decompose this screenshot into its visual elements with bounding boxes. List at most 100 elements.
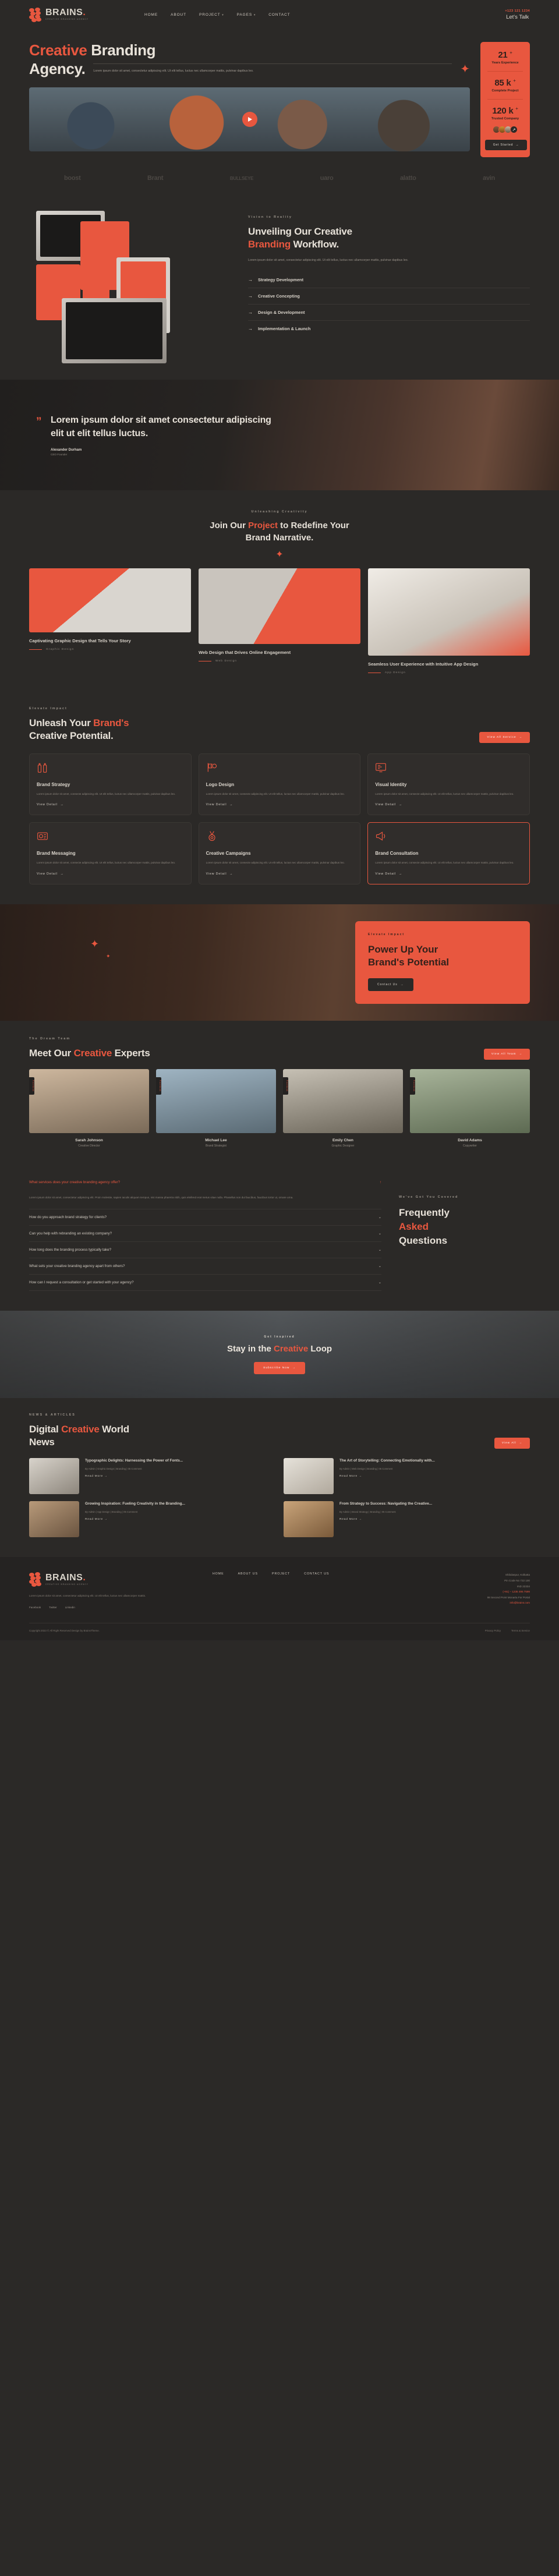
project-title: Captivating Graphic Design that Tells Yo…	[29, 638, 131, 643]
nav-item-pages[interactable]: PAGES ▾	[237, 13, 256, 17]
blog-post-title: Growing Inspiration: Fueling Creativity …	[85, 1502, 185, 1506]
arrow-right-icon: →	[248, 293, 253, 299]
service-card-brand-messaging[interactable]: Brand Messaging Lorem ipsum dolor sit am…	[29, 822, 192, 884]
main-navigation: HOME ABOUT PROJECT ▾ PAGES ▾ CONTACT	[144, 13, 290, 17]
brand-logo[interactable]: BRAINS. CREATIVE BRANDING AGENCY	[29, 8, 89, 22]
blog-post-card[interactable]: The Art of Storytelling: Connecting Emot…	[284, 1458, 530, 1495]
nav-item-home[interactable]: HOME	[144, 13, 158, 17]
project-title: Seamless User Experience with Intuitive …	[368, 661, 479, 667]
sparkle-icon: ✦	[106, 953, 111, 959]
footer-logo[interactable]: BRAINS. CREATIVE BRANDING AGENCY	[29, 1572, 154, 1587]
chevron-down-icon[interactable]: ⌄	[378, 1232, 381, 1236]
team-member-card[interactable]: Facebook Emily Chen Graphic Designer	[283, 1068, 403, 1148]
project-card[interactable]: Web Design that Drives Online Engagement…	[199, 568, 360, 663]
social-twitter[interactable]: Twitter	[49, 1606, 57, 1609]
blog-post-card[interactable]: From Strategy to Success: Navigating the…	[284, 1501, 530, 1538]
collapse-icon[interactable]: ↑	[380, 1180, 381, 1184]
view-detail-link[interactable]: View Detail →	[375, 872, 522, 876]
blog-section: NEWS & ARTICLES Digital Creative World N…	[0, 1398, 559, 1557]
header-contact[interactable]: +123 121 1234 Let's Talk	[505, 9, 530, 20]
subscribe-button[interactable]: Subscribe Now →	[254, 1361, 305, 1374]
chevron-down-icon[interactable]: ⌄	[378, 1264, 381, 1268]
faq-question[interactable]: How can I request a consultation or get …	[29, 1275, 381, 1291]
service-card-logo-design[interactable]: Logo Design Lorem ipsum dolor sit amet, …	[198, 753, 361, 816]
social-linkedin[interactable]: Linkedin	[65, 1606, 75, 1609]
footer-contact-info: Shibdaspur, Kolkatta Pin Code No 722 100…	[487, 1572, 530, 1609]
team-member-role: Brand Strategist	[206, 1144, 227, 1148]
footer-nav-home[interactable]: HOME	[213, 1572, 224, 1609]
workflow-step[interactable]: → Creative Concepting	[248, 288, 530, 305]
footer-email[interactable]: info@brains.com	[487, 1600, 530, 1606]
read-more-link[interactable]: Read More →	[339, 1475, 435, 1478]
footer-nav-project[interactable]: PROJECT	[272, 1572, 290, 1609]
team-member-card[interactable]: Facebook Sarah Johnson Creative Director	[29, 1068, 149, 1148]
play-icon[interactable]	[242, 112, 257, 128]
view-all-service-button[interactable]: View All Service →	[479, 731, 530, 743]
footer-phone[interactable]: (+91) – 1235 495 7599	[487, 1589, 530, 1595]
service-card-brand-strategy[interactable]: Brand Strategy Lorem ipsum dolor sit ame…	[29, 753, 192, 816]
read-more-link[interactable]: Read More →	[339, 1518, 432, 1521]
nav-item-project[interactable]: PROJECT ▾	[199, 13, 224, 17]
footer-nav-about[interactable]: ABOUT US	[238, 1572, 258, 1609]
get-started-button[interactable]: Get Started →	[485, 140, 527, 150]
read-more-link[interactable]: Read More →	[85, 1518, 185, 1521]
team-member-role: Graphic Designer	[331, 1144, 355, 1148]
workflow-step[interactable]: → Design & Development	[248, 305, 530, 321]
faq-section: What services does your creative brandin…	[0, 1159, 559, 1311]
arrow-right-icon: →	[248, 309, 253, 315]
laptop-mockup	[62, 298, 167, 363]
header-phone[interactable]: +123 121 1234	[505, 9, 530, 13]
logo-dot: .	[83, 8, 86, 18]
team-member-card[interactable]: Facebook Michael Lee Brand Strategist	[156, 1068, 276, 1148]
chevron-down-icon[interactable]: ⌄	[378, 1215, 381, 1219]
social-facebook[interactable]: Facebook	[29, 1606, 41, 1609]
service-card-visual-identity[interactable]: Visual Identity Lorem ipsum dolor sit am…	[367, 753, 530, 816]
service-card-creative-campaigns[interactable]: Creative Campaigns Lorem ipsum dolor sit…	[198, 822, 361, 884]
copyright-text: Copyright 2023 © All Right Reserved Desi…	[29, 1629, 100, 1632]
section-eyebrow: The Dream Team	[29, 1036, 71, 1041]
nav-item-contact[interactable]: CONTACT	[268, 13, 290, 17]
view-detail-link[interactable]: View Detail →	[375, 803, 522, 806]
faq-question[interactable]: How long does the branding process typic…	[29, 1242, 381, 1259]
team-member-card[interactable]: Facebook David Adams Copywriter	[410, 1068, 530, 1148]
blog-post-card[interactable]: Growing Inspiration: Fueling Creativity …	[29, 1501, 275, 1538]
view-detail-link[interactable]: View Detail →	[206, 803, 353, 806]
header-lets-talk[interactable]: Let's Talk	[505, 14, 530, 20]
brain-logo-icon	[29, 8, 42, 22]
workflow-step[interactable]: → Implementation & Launch	[248, 321, 530, 337]
site-footer: BRAINS. CREATIVE BRANDING AGENCY Lorem i…	[0, 1557, 559, 1640]
workflow-step[interactable]: → Strategy Development	[248, 272, 530, 288]
footer-description: Lorem ipsum dolor sit amet, consectetur …	[29, 1594, 146, 1598]
service-card-brand-consultation[interactable]: Brand Consultation Lorem ipsum dolor sit…	[367, 822, 530, 884]
faq-question-open[interactable]: What services does your creative brandin…	[29, 1174, 381, 1190]
social-label[interactable]: Facebook	[410, 1077, 415, 1095]
faq-question[interactable]: Can you help with rebranding an existing…	[29, 1226, 381, 1243]
hero-title-line2: Agency.	[29, 60, 86, 78]
client-logo-avin: avin	[483, 175, 495, 182]
view-all-blog-button[interactable]: View All →	[494, 1438, 530, 1449]
hero-video-thumbnail[interactable]	[29, 87, 470, 152]
project-card[interactable]: Seamless User Experience with Intuitive …	[368, 568, 530, 674]
view-all-team-button[interactable]: View All Team →	[483, 1048, 530, 1060]
blog-post-card[interactable]: Typographic Delights: Harnessing the Pow…	[29, 1458, 275, 1495]
faq-question[interactable]: What sets your creative branding agency …	[29, 1258, 381, 1275]
contact-us-button[interactable]: Contact Us →	[368, 978, 413, 991]
project-card[interactable]: Captivating Graphic Design that Tells Yo…	[29, 568, 191, 651]
social-label[interactable]: Facebook	[29, 1077, 34, 1095]
footer-nav-contact[interactable]: CONTACT US	[304, 1572, 329, 1609]
chevron-down-icon[interactable]: ⌄	[378, 1248, 381, 1252]
social-label[interactable]: Facebook	[283, 1077, 288, 1095]
social-label[interactable]: Facebook	[156, 1077, 161, 1095]
blog-thumbnail	[284, 1501, 334, 1538]
view-detail-link[interactable]: View Detail →	[37, 872, 184, 876]
nav-item-about[interactable]: ABOUT	[171, 13, 186, 17]
view-detail-link[interactable]: View Detail →	[37, 803, 184, 806]
avatar-more-icon[interactable]: ↗	[510, 126, 518, 133]
view-detail-link[interactable]: View Detail →	[206, 872, 353, 876]
terms-service-link[interactable]: Terms & Service	[511, 1629, 530, 1632]
faq-question[interactable]: How do you approach brand strategy for c…	[29, 1209, 381, 1226]
read-more-link[interactable]: Read More →	[85, 1475, 183, 1478]
privacy-policy-link[interactable]: Privacy Policy	[485, 1629, 501, 1632]
stat-block-1: 85 k + Complete Project	[485, 78, 525, 93]
chevron-down-icon[interactable]: ⌄	[378, 1280, 381, 1285]
